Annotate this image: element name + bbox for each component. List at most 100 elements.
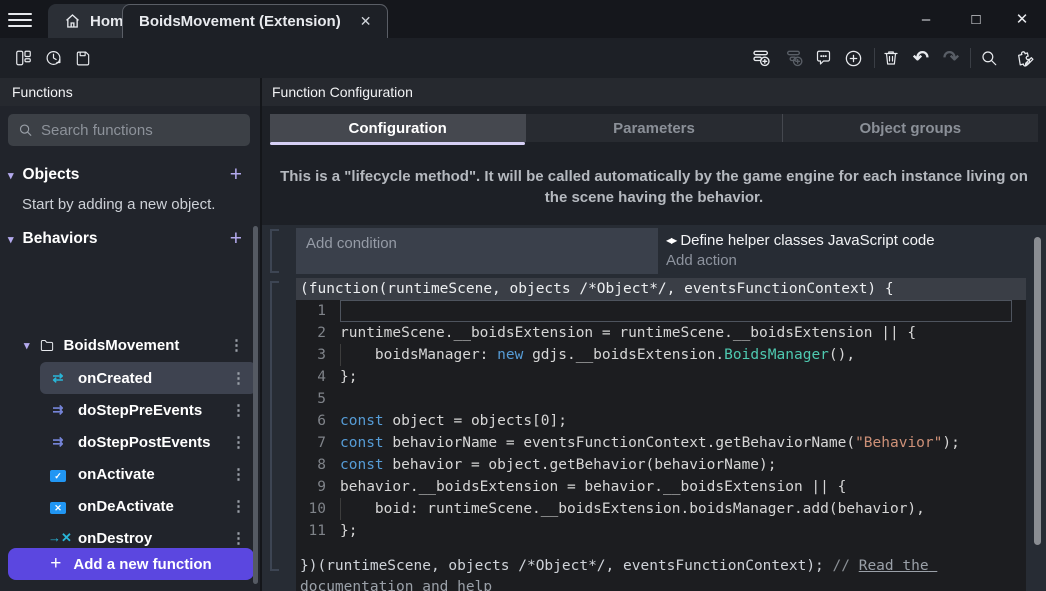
function-item-doStepPostEvents[interactable]: ⇉doStepPostEvents⋮: [40, 426, 256, 458]
function-item-onDeActivate[interactable]: ✕onDeActivate⋮: [40, 490, 256, 522]
function-item-doStepPreEvents[interactable]: ⇉doStepPreEvents⋮: [40, 394, 256, 426]
behavior-group-label: BoidsMovement: [64, 337, 180, 354]
configuration-tabs: ConfigurationParametersObject groups: [270, 114, 1038, 142]
code-line-10[interactable]: 10 boid: runtimeScene.__boidsExtension.b…: [296, 498, 1026, 520]
item-menu-icon[interactable]: ⋮: [221, 465, 256, 483]
code-line-7[interactable]: 7const behaviorName = eventsFunctionCont…: [296, 432, 1026, 454]
undo-icon[interactable]: ↶: [908, 46, 934, 70]
search-functions-box[interactable]: [8, 114, 250, 146]
line-number: 6: [296, 410, 340, 432]
tab-close-icon[interactable]: ✕: [360, 13, 372, 30]
functions-panel-title: Functions: [0, 78, 260, 106]
lifecycle-description: This is a "lifecycle method". It will be…: [274, 166, 1034, 208]
code-line-3[interactable]: 3 boidsManager: new gdjs.__boidsExtensio…: [296, 344, 1026, 366]
gdevelop-window: Home BoidsMovement (Extension) ✕ – □ ✕ P…: [0, 0, 1046, 591]
item-menu-icon[interactable]: ⋮: [221, 497, 256, 515]
code-line-1[interactable]: 1: [296, 300, 1026, 322]
line-number: 10: [296, 498, 340, 520]
function-item-label: onActivate: [78, 466, 155, 483]
add-behavior-button[interactable]: +: [230, 227, 252, 251]
code-wrapper-header: (function(runtimeScene, objects /*Object…: [296, 278, 1026, 300]
hamburger-menu-icon[interactable]: [8, 9, 32, 29]
tab-bar: Home BoidsMovement (Extension) ✕ – □ ✕: [0, 0, 1046, 38]
function-item-MoveToPosition[interactable]: ⚙MoveToPosition⋮: [40, 586, 256, 591]
save-icon[interactable]: [70, 46, 96, 70]
events-scrollbar[interactable]: [1034, 237, 1041, 545]
js-code-event-icon: ◀▶: [666, 236, 676, 245]
search-icon[interactable]: [976, 46, 1002, 70]
item-menu-icon[interactable]: ⋮: [221, 401, 256, 419]
add-comment-icon[interactable]: [810, 46, 836, 70]
function-item-label: doStepPostEvents: [78, 434, 211, 451]
add-subevent-icon[interactable]: [780, 46, 806, 70]
js-event-title-row[interactable]: ◀▶ Define helper classes JavaScript code: [666, 228, 1026, 252]
window-minimize-button[interactable]: –: [912, 6, 940, 32]
code-lines[interactable]: 12runtimeScene.__boidsExtension = runtim…: [296, 300, 1026, 542]
line-number: 5: [296, 388, 340, 410]
function-item-label: onDestroy: [78, 530, 152, 547]
add-object-button[interactable]: +: [230, 163, 252, 187]
caret-down-icon[interactable]: ▾: [8, 169, 14, 182]
code-line-8[interactable]: 8const behavior = object.getBehavior(beh…: [296, 454, 1026, 476]
objects-section-label: Objects: [23, 166, 80, 184]
add-event-icon[interactable]: [748, 46, 774, 70]
history-icon[interactable]: [40, 46, 66, 70]
delete-icon[interactable]: [878, 46, 904, 70]
code-line-5[interactable]: 5: [296, 388, 1026, 410]
objects-section-header[interactable]: ▾ Objects +: [8, 162, 252, 188]
search-functions-input[interactable]: [41, 122, 240, 139]
line-number: 1: [296, 300, 340, 322]
shuffle-arrows-icon: ⇄: [48, 370, 68, 386]
line-number: 9: [296, 476, 340, 498]
behavior-group-boidsmovement[interactable]: ▾ BoidsMovement ⋮: [24, 332, 254, 358]
main-toolbar: Preview Share ↶ ↷: [0, 38, 1046, 78]
behaviors-section-header[interactable]: ▾ Behaviors +: [8, 226, 252, 252]
add-condition-area[interactable]: Add condition: [296, 228, 658, 274]
window-close-button[interactable]: ✕: [1008, 6, 1036, 32]
function-item-label: doStepPreEvents: [78, 402, 202, 419]
add-new-function-button[interactable]: + Add a new function: [8, 548, 254, 580]
add-other-event-icon[interactable]: [840, 46, 866, 70]
js-event-title-label: Define helper classes JavaScript code: [680, 232, 934, 249]
js-code-editor[interactable]: (function(runtimeScene, objects /*Object…: [296, 278, 1026, 591]
item-menu-icon[interactable]: ⋮: [221, 529, 256, 547]
tab-boidsmovement-extension[interactable]: BoidsMovement (Extension) ✕: [122, 4, 388, 38]
code-line-11[interactable]: 11};: [296, 520, 1026, 542]
item-menu-icon[interactable]: ⋮: [221, 369, 256, 387]
code-line-2[interactable]: 2runtimeScene.__boidsExtension = runtime…: [296, 322, 1026, 344]
code-line-9[interactable]: 9behavior.__boidsExtension = behavior.__…: [296, 476, 1026, 498]
tab-parameters[interactable]: Parameters: [526, 114, 782, 142]
toolbar-divider: [874, 48, 875, 68]
code-wrapper-footer: })(runtimeScene, objects /*Object*/, eve…: [296, 556, 1026, 591]
function-configuration-panel: Function Configuration ConfigurationPara…: [262, 78, 1046, 591]
tab-configuration[interactable]: Configuration: [270, 114, 526, 142]
events-sheet: Add condition ◀▶ Define helper classes J…: [262, 225, 1046, 591]
caret-down-icon[interactable]: ▾: [24, 339, 30, 352]
add-new-function-label: Add a new function: [73, 556, 211, 573]
toolbar-divider: [970, 48, 971, 68]
event-bracket: [270, 229, 279, 273]
function-configuration-title: Function Configuration: [262, 78, 1046, 106]
code-line-6[interactable]: 6const object = objects[0];: [296, 410, 1026, 432]
checkbox-on-icon: ✓: [48, 467, 68, 482]
caret-down-icon[interactable]: ▾: [8, 233, 14, 246]
functions-panel: Functions ▾ Objects + Start by adding a …: [0, 78, 262, 591]
sidebar-scrollbar[interactable]: [253, 226, 258, 584]
objects-empty-hint: Start by adding a new object.: [22, 196, 215, 213]
edit-extension-icon[interactable]: [1012, 46, 1038, 70]
function-item-label: onDeActivate: [78, 498, 174, 515]
function-item-onActivate[interactable]: ✓ onActivate ⋮: [40, 458, 256, 490]
window-maximize-button[interactable]: □: [962, 6, 990, 32]
function-item-onCreated[interactable]: ⇄onCreated⋮: [40, 362, 256, 394]
item-menu-icon[interactable]: ⋮: [221, 433, 256, 451]
add-action-area[interactable]: Add action: [666, 252, 1026, 274]
item-menu-icon[interactable]: ⋮: [219, 336, 254, 354]
redo-icon[interactable]: ↷: [938, 46, 964, 70]
code-line-4[interactable]: 4};: [296, 366, 1026, 388]
line-number: 8: [296, 454, 340, 476]
folder-icon: [39, 338, 55, 353]
project-manager-icon[interactable]: [10, 46, 36, 70]
plus-icon: +: [50, 553, 61, 575]
tab-object-groups[interactable]: Object groups: [783, 114, 1038, 142]
search-icon: [18, 122, 33, 138]
